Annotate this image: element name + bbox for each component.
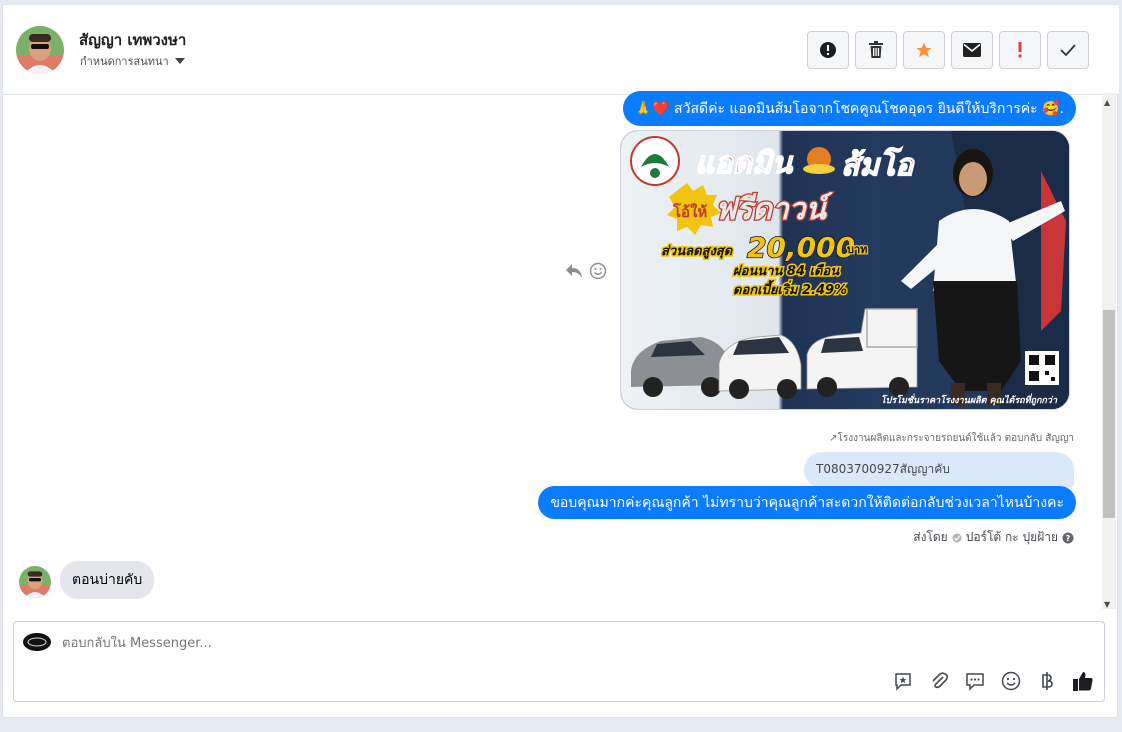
outgoing-reply-message[interactable]: ขอบคุณมากค่ะคุณลูกค้า ไม่ทราบว่าคุณลูกค้… xyxy=(538,486,1076,519)
trash-icon xyxy=(869,41,883,58)
sent-by-name[interactable]: ปอร์โต้ กะ ปุยฝ้าย xyxy=(966,528,1058,547)
tool-delete[interactable] xyxy=(855,31,897,69)
header-toolbar xyxy=(807,31,1089,69)
chat-icon xyxy=(966,673,984,691)
agent-badge-icon xyxy=(952,533,962,542)
tool-star[interactable] xyxy=(903,31,945,69)
emoji-icon xyxy=(1001,671,1021,691)
saved-reply-button[interactable] xyxy=(892,670,914,692)
reply-context-note: ↗โรงงานผลิตและกระจายรถยนต์ใช้แล้ว ตอบกลั… xyxy=(829,433,1074,444)
composer-toolbar xyxy=(892,670,1094,692)
quick-reply-button[interactable] xyxy=(964,670,986,692)
exclamation-icon xyxy=(1018,42,1022,58)
baht-icon xyxy=(1042,672,1053,690)
conversation-header: สัญญา เทพวงษา กำหนดการสนทนา xyxy=(3,5,1119,95)
promo-title-1: แอดมิน xyxy=(695,146,794,181)
incoming-message[interactable]: ตอนบ่ายคับ xyxy=(60,561,155,599)
promo-discount-label: ส่วนลดสูงสุด xyxy=(661,244,734,259)
contact-avatar-small[interactable] xyxy=(19,566,51,598)
contact-name[interactable]: สัญญา เทพวงษา xyxy=(79,28,186,52)
promo-discount-value: 20,000 xyxy=(747,231,855,264)
like-icon xyxy=(1073,672,1093,691)
promo-image-attachment[interactable]: แอดมิน ส้มโอ โอ้ให้ ฟรีดาวน์ ส่วนลดสูงสุ… xyxy=(620,130,1070,410)
saved-reply-icon xyxy=(895,673,911,691)
sent-by-prefix: ส่งโดย xyxy=(913,530,948,544)
message-actions xyxy=(565,262,607,280)
promo-image: แอดมิน ส้มโอ โอ้ให้ ฟรีดาวน์ ส่วนลดสูงสุ… xyxy=(621,131,1069,409)
like-button[interactable] xyxy=(1072,670,1094,692)
promo-free-down: ฟรีดาวน์ xyxy=(715,192,833,227)
tool-important[interactable] xyxy=(999,31,1041,69)
page-avatar xyxy=(23,633,51,651)
tool-mail[interactable] xyxy=(951,31,993,69)
help-icon[interactable]: ? xyxy=(1062,532,1074,544)
promo-discount-unit: บาท xyxy=(847,243,867,256)
sent-by-line: ส่งโดย ปอร์โต้ กะ ปุยฝ้าย ? xyxy=(913,528,1074,547)
tool-done[interactable] xyxy=(1047,31,1089,69)
quoted-message[interactable]: T0803700927สัญญาคับ xyxy=(804,452,1074,488)
mail-icon xyxy=(963,43,981,57)
assign-label: กำหนดการสนทนา xyxy=(80,55,169,68)
scroll-down-arrow-icon[interactable]: ▼ xyxy=(1104,600,1110,609)
alert-circle-icon xyxy=(820,42,836,58)
promo-title-2: ส้มโอ xyxy=(841,147,915,183)
message-composer xyxy=(13,621,1105,702)
star-icon xyxy=(916,42,932,58)
payment-button[interactable] xyxy=(1036,670,1058,692)
scroll-up-arrow-icon[interactable]: ▲ xyxy=(1104,98,1110,107)
outgoing-greeting-message[interactable]: 🙏❤️ สวัสดีค่ะ แอดมินส้มโอจากโชคคูณโชคอุด… xyxy=(622,91,1076,126)
reply-input[interactable] xyxy=(62,636,962,651)
contact-avatar[interactable] xyxy=(16,26,64,74)
promo-installment: ผ่อนนาน 84 เดือน xyxy=(733,263,840,279)
caret-down-icon xyxy=(174,58,185,64)
attach-icon xyxy=(932,672,949,689)
check-icon xyxy=(1060,44,1076,56)
assign-conversation-dropdown[interactable]: กำหนดการสนทนา xyxy=(80,52,185,70)
svg-text:?: ? xyxy=(1066,534,1071,543)
thread-scrollbar-thumb[interactable] xyxy=(1103,310,1115,518)
reply-icon[interactable] xyxy=(565,263,583,279)
promo-give-label: โอ้ให้ xyxy=(672,202,707,221)
react-emoji-icon[interactable] xyxy=(589,262,607,280)
tool-alert[interactable] xyxy=(807,31,849,69)
emoji-button[interactable] xyxy=(1000,670,1022,692)
attach-button[interactable] xyxy=(928,670,950,692)
